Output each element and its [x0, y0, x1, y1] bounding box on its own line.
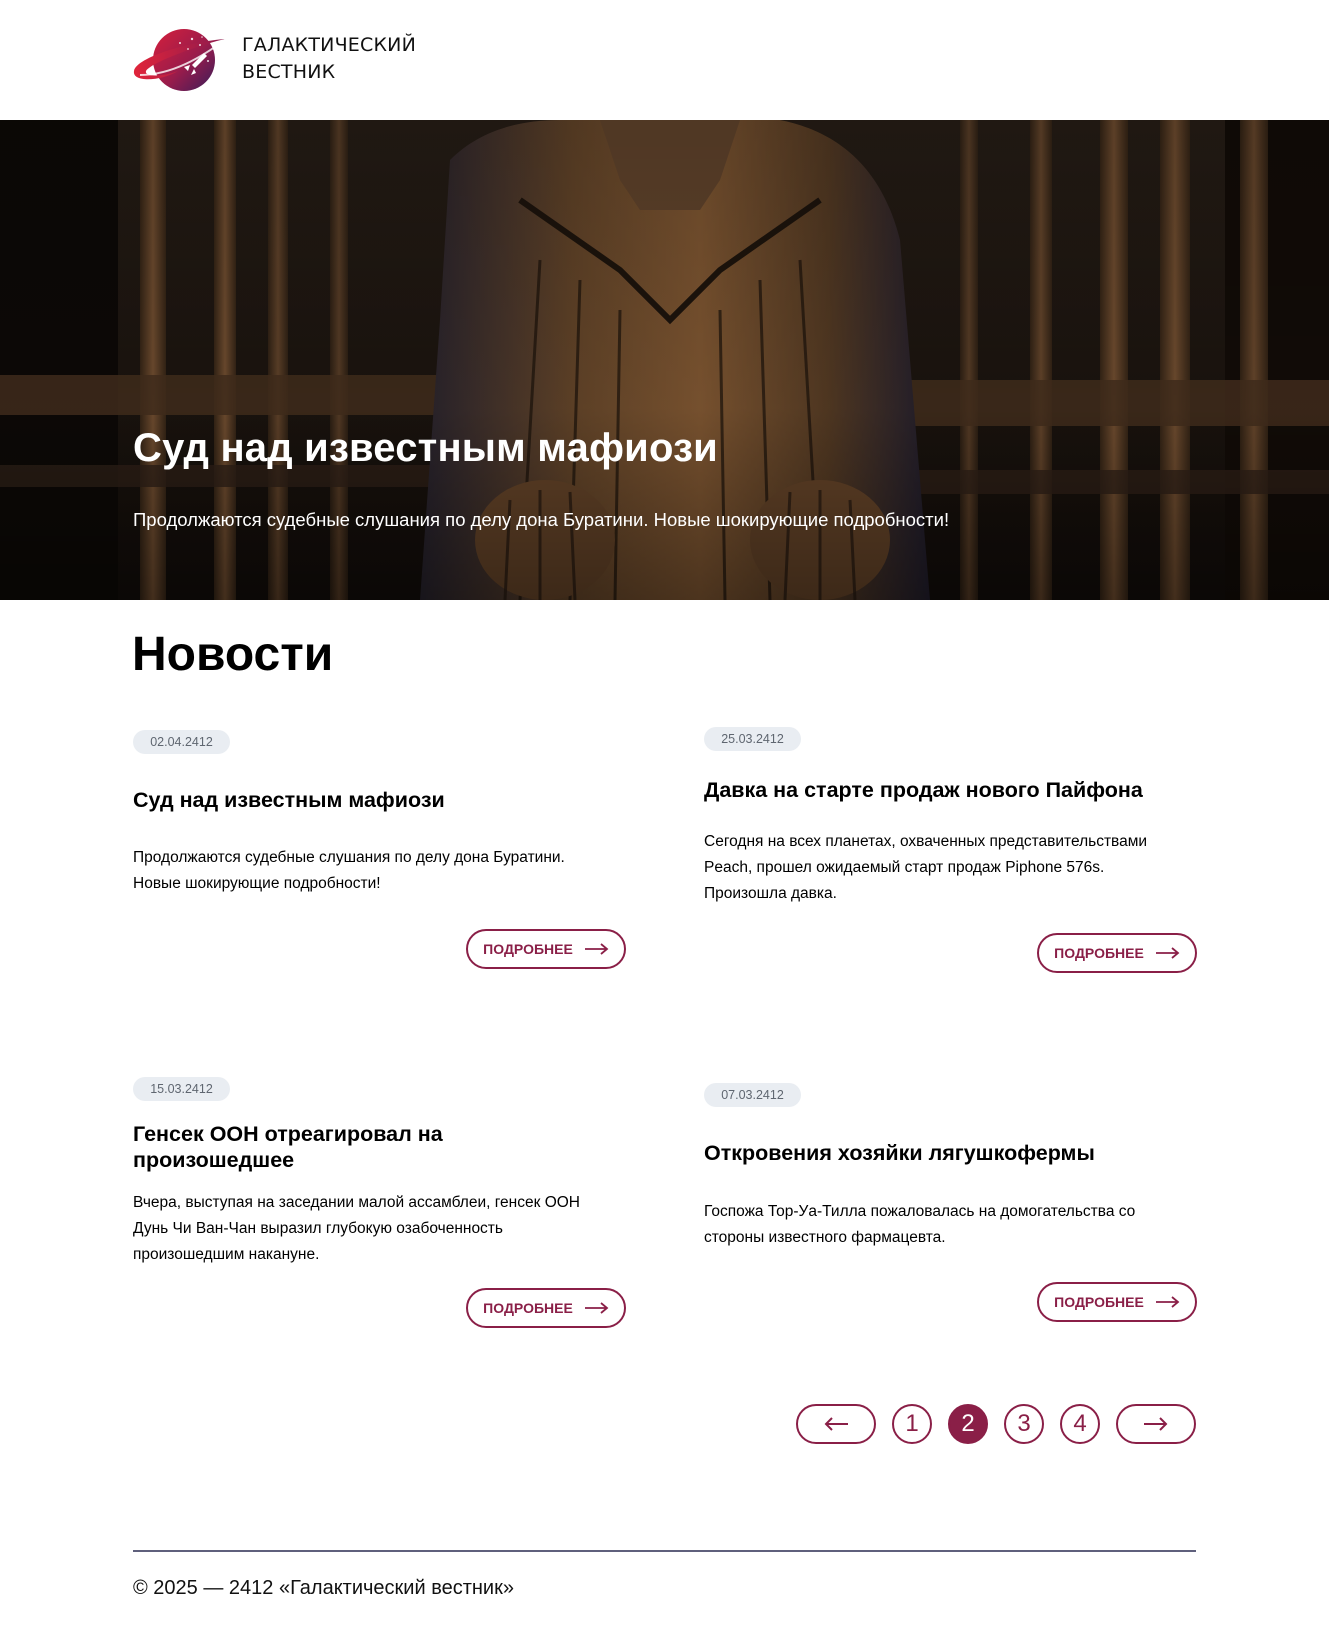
pagination: 1 2 3 4: [796, 1404, 1196, 1444]
news-card-title[interactable]: Откровения хозяйки лягушкофермы: [704, 1140, 1197, 1166]
pagination-page-3[interactable]: 3: [1004, 1404, 1044, 1444]
arrow-right-icon: [1155, 1296, 1180, 1308]
more-button-label: Подробнее: [1054, 945, 1144, 961]
site-title-line2: ВЕСТНИК: [242, 61, 336, 83]
news-card: 07.03.2412 Откровения хозяйки лягушкофер…: [704, 1083, 1197, 1323]
news-card: 02.04.2412 Суд над известным мафиози Про…: [133, 730, 626, 970]
site-header: ГАЛАКТИЧЕСКИЙ ВЕСТНИК: [0, 0, 1329, 120]
news-card-title[interactable]: Суд над известным мафиози: [133, 787, 626, 813]
footer-divider: [133, 1550, 1196, 1552]
more-button[interactable]: Подробнее: [466, 929, 626, 969]
more-button[interactable]: Подробнее: [466, 1288, 626, 1328]
news-card: 15.03.2412 Генсек ООН отреагировал на пр…: [133, 1077, 626, 1329]
date-badge: 02.04.2412: [133, 730, 230, 754]
planet-rocket-logo[interactable]: [132, 27, 228, 95]
date-badge: 25.03.2412: [704, 727, 801, 751]
pagination-page-2[interactable]: 2: [948, 1404, 988, 1444]
more-button[interactable]: Подробнее: [1037, 1282, 1197, 1322]
pagination-prev-button[interactable]: [796, 1404, 876, 1444]
arrow-right-icon: [584, 1302, 609, 1314]
pagination-next-button[interactable]: [1116, 1404, 1196, 1444]
news-card-text: Госпожа Тор-Уа-Тилла пожаловалась на дом…: [704, 1203, 1136, 1246]
news-card-title[interactable]: Генсек ООН отреагировал на произошедшее: [133, 1121, 493, 1173]
more-button-label: Подробнее: [483, 941, 573, 957]
news-section-title: Новости: [132, 628, 334, 681]
more-button[interactable]: Подробнее: [1037, 933, 1197, 973]
more-button-label: Подробнее: [1054, 1294, 1144, 1310]
more-button-label: Подробнее: [483, 1300, 573, 1316]
news-card-text: Продолжаются судебные слушания по делу д…: [133, 849, 565, 892]
site-title[interactable]: ГАЛАКТИЧЕСКИЙ ВЕСТНИК: [242, 32, 416, 86]
footer-copyright: © 2025 — 2412 «Галактический вестник»: [133, 1577, 514, 1599]
news-card-text: Вчера, выступая на заседании малой ассам…: [133, 1194, 581, 1263]
date-badge: 07.03.2412: [704, 1083, 801, 1107]
pagination-page-1[interactable]: 1: [892, 1404, 932, 1444]
site-title-line1: ГАЛАКТИЧЕСКИЙ: [242, 34, 416, 56]
arrow-left-icon: [824, 1417, 848, 1431]
pagination-page-4[interactable]: 4: [1060, 1404, 1100, 1444]
hero-banner: Суд над известным мафиози Продолжаются с…: [0, 120, 1329, 600]
news-card-title[interactable]: Давка на старте продаж нового Пайфона: [704, 777, 1197, 803]
arrow-right-icon: [1144, 1417, 1168, 1431]
news-card-text: Сегодня на всех планетах, охваченных пре…: [704, 833, 1148, 902]
hero-title: Суд над известным мафиози: [133, 426, 718, 470]
arrow-right-icon: [584, 943, 609, 955]
arrow-right-icon: [1155, 947, 1180, 959]
news-card: 25.03.2412 Давка на старте продаж нового…: [704, 727, 1197, 974]
hero-description: Продолжаются судебные слушания по делу д…: [133, 509, 950, 530]
date-badge: 15.03.2412: [133, 1077, 230, 1101]
